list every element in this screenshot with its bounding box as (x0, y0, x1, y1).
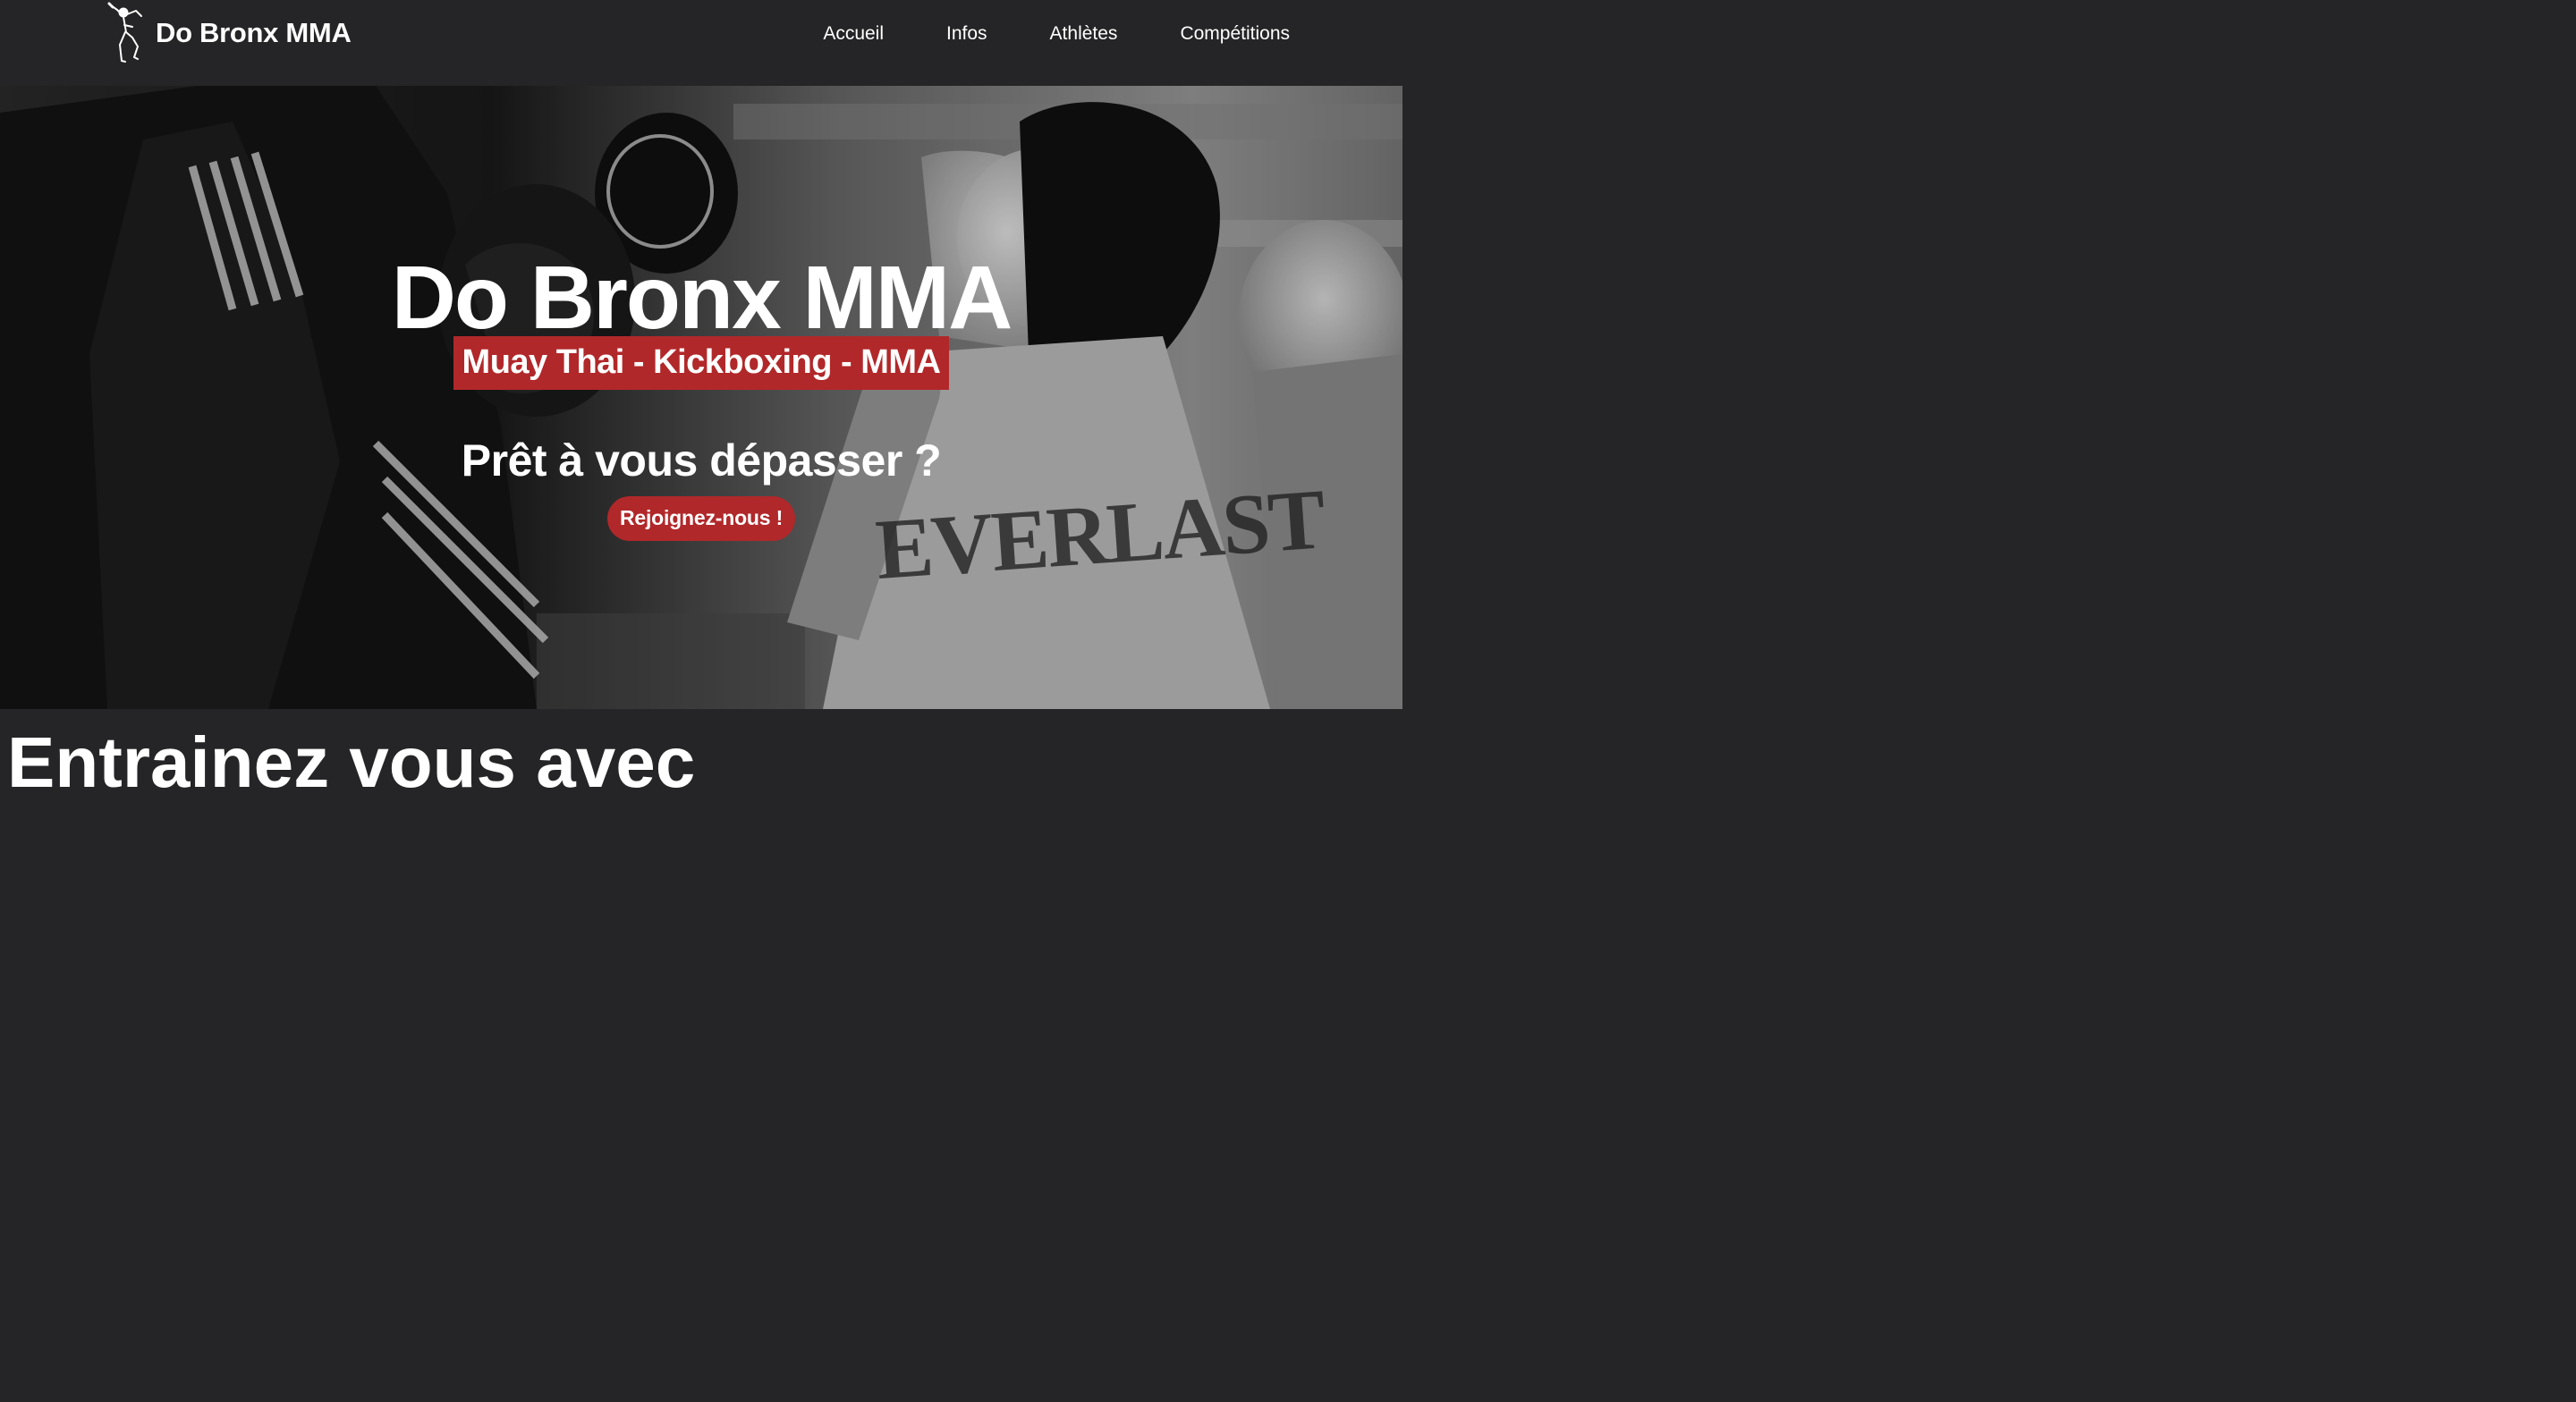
nav-link-competitions[interactable]: Compétitions (1180, 20, 1290, 48)
main-nav: Accueil Infos Athlètes Compétitions (760, 20, 1290, 48)
hero-section: EVERLAST Do Bronx MMA Muay Thai - Kickbo… (0, 86, 1402, 709)
brand-link[interactable]: Do Bronx MMA (106, 2, 352, 64)
hero-button-container: Rejoignez-nous ! (0, 496, 1402, 541)
muay-thai-fighter-logo-icon (107, 2, 142, 63)
section-title: Entrainez vous avec (7, 722, 696, 802)
brand-name: Do Bronx MMA (156, 17, 352, 48)
hero-subtitle: Muay Thai - Kickboxing - MMA (453, 336, 950, 390)
navbar: Do Bronx MMA Accueil Infos Athlètes Comp… (0, 0, 1402, 86)
hero-title: Do Bronx MMA (391, 248, 1013, 348)
nav-link-accueil[interactable]: Accueil (823, 20, 884, 48)
nav-link-infos[interactable]: Infos (946, 20, 987, 48)
hero-subtitle-container: Muay Thai - Kickboxing - MMA (0, 336, 1402, 390)
hero-overlay (0, 86, 1402, 709)
join-us-button[interactable]: Rejoignez-nous ! (606, 496, 796, 541)
hero-cta-text: Prêt à vous dépasser ? (461, 435, 942, 486)
nav-link-athletes[interactable]: Athlètes (1050, 20, 1118, 48)
